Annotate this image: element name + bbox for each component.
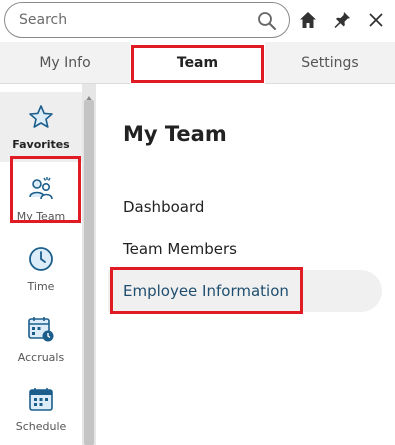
sidebar-item-schedule[interactable]: Schedule xyxy=(0,374,82,444)
sidebar-item-favorites[interactable]: Favorites xyxy=(0,92,82,162)
home-icon[interactable] xyxy=(297,9,319,31)
top-bar xyxy=(0,0,395,42)
search-icon[interactable] xyxy=(257,11,277,31)
sidebar-item-label: Favorites xyxy=(12,137,70,151)
clock-icon xyxy=(28,246,54,276)
menu-item-employee-information[interactable]: Employee Information xyxy=(108,270,382,312)
sidebar-item-label: My Team xyxy=(16,209,66,223)
close-icon[interactable] xyxy=(365,9,387,31)
star-icon xyxy=(28,104,54,134)
calendar-icon xyxy=(28,386,54,416)
sidebar: Favorites My Team Time Accruals Schedule xyxy=(0,84,82,445)
tab-bar: My Info Team Settings xyxy=(0,42,395,84)
sidebar-item-label: Accruals xyxy=(17,350,65,364)
tab-my-info[interactable]: My Info xyxy=(0,42,130,84)
search-input[interactable] xyxy=(19,10,249,30)
sidebar-scrollbar-thumb[interactable] xyxy=(84,100,94,445)
calendar-clock-icon xyxy=(27,315,55,347)
menu-item-dashboard[interactable]: Dashboard xyxy=(108,186,382,228)
search-box[interactable] xyxy=(4,2,290,38)
pin-icon[interactable] xyxy=(331,9,353,31)
main-panel: My Team Dashboard Team Members Employee … xyxy=(96,84,395,445)
page-title: My Team xyxy=(123,122,227,146)
sidebar-item-my-team[interactable]: My Team xyxy=(0,164,82,234)
scroll-up-icon[interactable] xyxy=(84,88,94,102)
sidebar-item-accruals[interactable]: Accruals xyxy=(0,304,82,374)
menu-item-team-members[interactable]: Team Members xyxy=(108,228,382,270)
tab-team[interactable]: Team xyxy=(130,42,265,84)
team-icon xyxy=(27,176,55,206)
sidebar-item-label: Schedule xyxy=(15,419,67,433)
sidebar-item-time[interactable]: Time xyxy=(0,234,82,304)
tab-settings[interactable]: Settings xyxy=(265,42,395,84)
sidebar-item-label: Time xyxy=(27,279,55,293)
